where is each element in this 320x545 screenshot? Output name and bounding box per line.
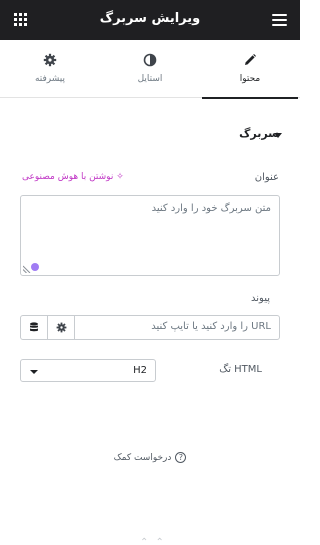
dynamic-tags-button[interactable] [21, 316, 48, 339]
html-tag-label: تگ HTML [219, 364, 262, 375]
title-field-label: عنوان [254, 172, 279, 183]
question-icon: ? [175, 452, 187, 463]
tab-advanced[interactable]: پیشرفته [0, 40, 100, 98]
resize-handle-icon[interactable] [23, 265, 31, 273]
top-bar: ویرایش سربرگ [0, 0, 300, 40]
tab-content[interactable]: محتوا [200, 40, 300, 99]
link-input-group: URL را وارد کنید یا تایپ کنید [20, 315, 280, 340]
ai-label: نوشتن با هوش مصنوعی [22, 172, 114, 182]
gear-icon [43, 53, 57, 67]
half-circle-icon [143, 53, 157, 67]
panel-title: ویرایش سربرگ [99, 11, 201, 26]
tab-advanced-label: پیشرفته [34, 74, 66, 84]
title-textarea[interactable]: متن سربرگ خود را وارد کنید [20, 195, 280, 276]
menu-icon[interactable] [272, 14, 287, 26]
tab-style[interactable]: استایل [100, 40, 200, 98]
scroll-indicator-icon: ⌃ ⌃ [140, 537, 166, 545]
link-options-button[interactable] [48, 316, 75, 339]
tab-content-label: محتوا [239, 74, 261, 84]
sparkle-icon: ✧ [113, 172, 124, 182]
help-link[interactable]: درخواست کمک? [0, 452, 300, 463]
title-textarea-value: متن سربرگ خود را وارد کنید [151, 203, 271, 214]
panel-tabs: محتوا استایل پیشرفته [0, 40, 300, 99]
section-title[interactable]: سربرگ [239, 127, 279, 140]
chevron-down-icon [30, 370, 38, 374]
tab-style-label: استایل [137, 74, 163, 84]
html-tag-value: H2 [133, 365, 147, 376]
link-field-label: پیوند [251, 293, 270, 304]
pencil-icon [245, 54, 256, 65]
html-tag-select[interactable]: H2 [20, 359, 156, 382]
gear-icon [56, 322, 67, 333]
database-icon [30, 322, 38, 332]
ai-write-button[interactable]: نوشتن با هوش مصنوعی ✧ [22, 172, 127, 182]
ai-assistant-dot-icon[interactable] [31, 263, 39, 271]
help-label: درخواست کمک [113, 453, 172, 463]
link-input-placeholder[interactable]: URL را وارد کنید یا تایپ کنید [151, 321, 271, 332]
